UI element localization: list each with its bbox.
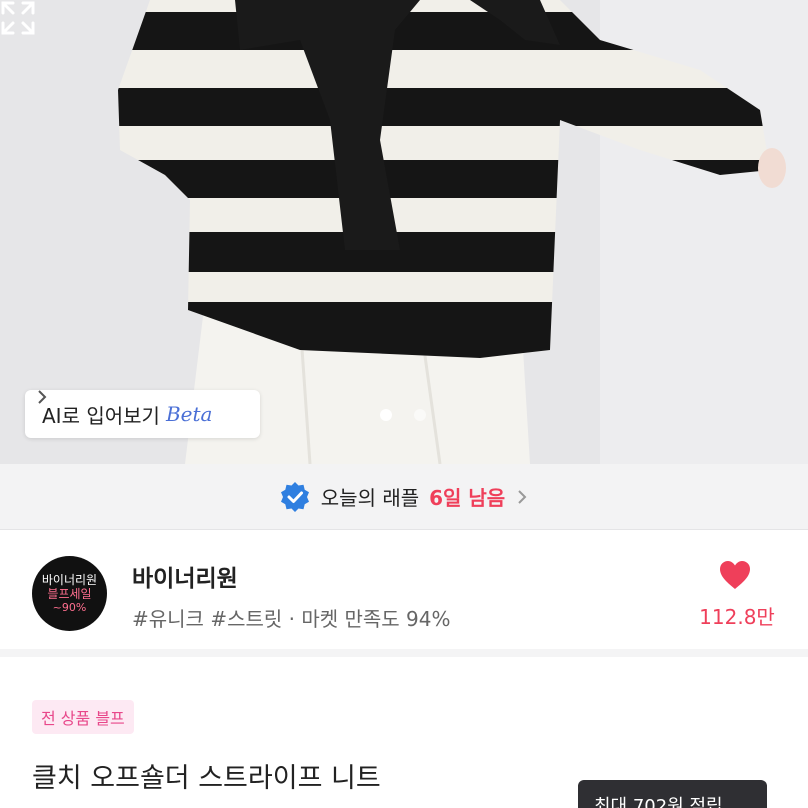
heart-icon[interactable] [718, 559, 752, 591]
verified-badge-icon [280, 481, 309, 512]
raffle-label: 오늘의 래플 [320, 486, 420, 510]
logo-text-sale: 블프세일 [47, 586, 92, 601]
raffle-banner[interactable]: 오늘의 래플 6일 남음 [0, 464, 808, 530]
carousel-dot-1[interactable] [380, 409, 392, 421]
fullscreen-icon[interactable] [0, 0, 36, 36]
shop-tags: #유니크 #스트릿 · 마켓 만족도 94% [132, 607, 451, 631]
logo-text-name: 바이너리원 [41, 572, 98, 587]
chevron-right-icon [38, 390, 47, 404]
ai-try-on-button[interactable]: AI로 입어보기 Beta [25, 390, 260, 438]
product-image[interactable]: AI로 입어보기 Beta [0, 0, 808, 464]
product-title: 클치 오프숄더 스트라이프 니트 [32, 763, 381, 794]
ai-try-label: AI로 입어보기 [42, 403, 160, 428]
shop-logo[interactable]: 바이너리원 블프세일 ~90% [32, 556, 107, 631]
raffle-remaining: 6일 남음 [429, 486, 506, 510]
carousel-indicator [380, 409, 426, 421]
beta-label: Beta [165, 402, 213, 426]
carousel-dot-2[interactable] [414, 409, 426, 421]
chevron-right-icon [518, 489, 527, 504]
logo-text-discount: ~90% [52, 601, 87, 615]
shop-info[interactable]: 바이너리원 블프세일 ~90% 바이너리원 #유니크 #스트릿 · 마켓 만족도… [0, 531, 808, 657]
shop-name[interactable]: 바이너리원 [132, 559, 238, 593]
points-tooltip: 최대 702원 적립 [578, 780, 767, 808]
sale-tag: 전 상품 블프 [32, 700, 134, 734]
like-count: 112.8만 [699, 605, 775, 629]
